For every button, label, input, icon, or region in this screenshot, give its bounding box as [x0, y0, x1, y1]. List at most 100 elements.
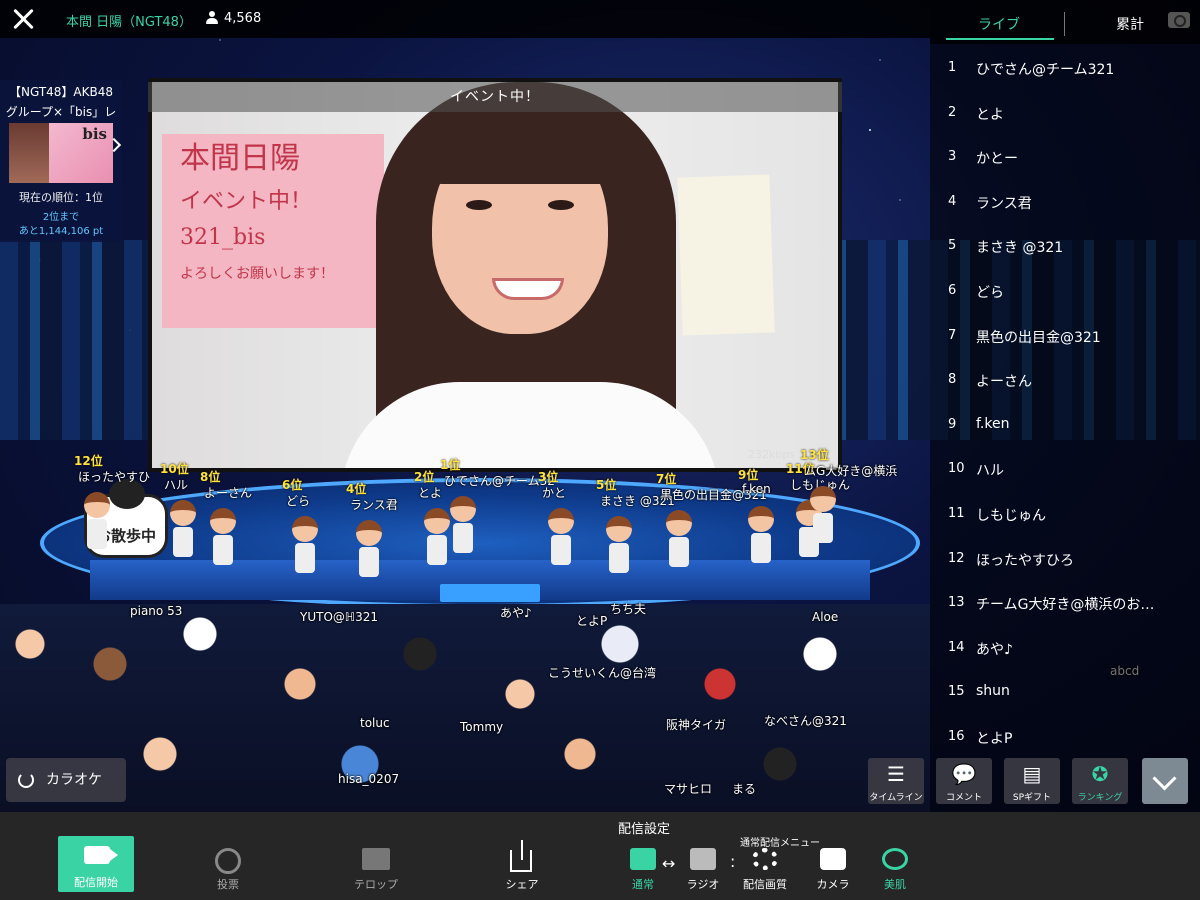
mode-normal-label: 通常: [632, 878, 654, 891]
mode-normal-button[interactable]: 通常: [618, 848, 668, 892]
ranking-row[interactable]: 7 黒色の出目金@321: [930, 314, 1200, 359]
ranking-row[interactable]: 16 とよP: [930, 715, 1200, 760]
timeline-icon: ☰: [887, 762, 905, 786]
beauty-button[interactable]: 美肌: [870, 848, 920, 892]
fan-rank-tag: 1位: [440, 458, 461, 472]
ranking-user-name: どら: [976, 284, 1004, 301]
share-button[interactable]: シェア: [500, 812, 544, 900]
fan-avatar[interactable]: [602, 516, 636, 588]
fan-rank-tag: 3位: [538, 470, 559, 484]
sp-gift-button[interactable]: ▤ SPギフト: [1004, 758, 1060, 804]
streamer-name[interactable]: 本間 日陽（NGT48）: [66, 11, 192, 30]
telop-button[interactable]: テロップ: [350, 812, 402, 900]
ranking-position: 10: [948, 461, 965, 477]
crowd-member-name: YUTO@ℍ321: [300, 610, 378, 624]
event-card[interactable]: 【NGT48】AKB48 グループ×「bis」レ bis 現在の順位：1位 2位…: [0, 80, 122, 242]
tab-total[interactable]: 累計: [1116, 14, 1144, 34]
fan-avatar[interactable]: [206, 508, 240, 580]
comment-icon: 💬: [951, 762, 977, 786]
event-status-bar: イベント中！: [148, 82, 842, 112]
fan-avatar[interactable]: [744, 506, 778, 578]
close-icon[interactable]: [10, 6, 36, 32]
ranking-button[interactable]: ✪ ランキング: [1072, 758, 1128, 804]
timeline-button[interactable]: ☰ タイムライン: [868, 758, 924, 804]
crowd-member-name: こうせいくん@台湾: [548, 666, 657, 680]
fan-name: ランス君: [350, 498, 398, 512]
camera-switch-icon: [820, 848, 846, 870]
telop-icon: [362, 848, 390, 870]
camera-icon[interactable]: [1168, 12, 1190, 28]
gear-icon: [752, 848, 778, 870]
ranking-row[interactable]: 6 どら: [930, 269, 1200, 314]
sign-line: 321_bis: [180, 225, 266, 250]
ranking-row[interactable]: 5 まさき @321: [930, 224, 1200, 269]
fan-avatar[interactable]: [446, 496, 480, 568]
fan-avatar[interactable]: [80, 492, 114, 564]
karaoke-button[interactable]: カラオケ: [6, 758, 126, 802]
ranking-row[interactable]: 14 あや♪: [930, 626, 1200, 671]
crowd-member-name: マサヒロ: [664, 782, 713, 796]
ranking-label: ランキング: [1077, 793, 1123, 803]
crowd-member-name: hisa_0207: [338, 772, 400, 786]
smile-icon: [882, 848, 908, 870]
telop-label: テロップ: [354, 878, 398, 891]
ranking-row[interactable]: 4 ランス君: [930, 180, 1200, 225]
ranking-position: 16: [948, 728, 965, 744]
tab-live[interactable]: ライブ: [978, 14, 1020, 34]
vote-label: 投票: [217, 878, 239, 891]
mode-radio-button[interactable]: ラジオ: [678, 848, 728, 892]
vote-button[interactable]: 投票: [206, 812, 250, 900]
ranking-row[interactable]: 15 shun: [930, 670, 1200, 715]
start-broadcast-button[interactable]: 配信開始: [58, 836, 134, 892]
fan-name: ほったやすひ: [78, 470, 151, 484]
ranking-user-name: まさき @321: [976, 240, 1064, 257]
comment-button[interactable]: 💬 コメント: [936, 758, 992, 804]
fan-avatar[interactable]: [352, 520, 386, 592]
ranking-user-name: かとー: [976, 151, 1018, 168]
avatar-body: [813, 513, 833, 543]
video-camera-icon: [630, 848, 656, 870]
ranking-row[interactable]: 2 とよ: [930, 91, 1200, 136]
fan-avatar[interactable]: [544, 508, 578, 580]
sign-line: 本間日陽: [180, 141, 300, 176]
ranking-position: 11: [948, 505, 965, 521]
ranking-position: 3: [948, 149, 957, 165]
camera-switch-button[interactable]: カメラ: [808, 848, 858, 892]
avatar-head: [666, 510, 692, 536]
ranking-row[interactable]: 1 ひでさん@チーム321: [930, 46, 1200, 91]
sign-line: よろしくお願いします！: [180, 266, 334, 282]
ranking-position: 1: [948, 60, 957, 75]
quality-button[interactable]: 配信画質: [740, 848, 790, 892]
fan-name: ハル: [164, 478, 189, 492]
ranking-position: 14: [948, 639, 965, 655]
ranking-row[interactable]: 13 チームG大好き@横浜のお…: [930, 581, 1200, 626]
fan-avatar[interactable]: [806, 486, 840, 558]
eye: [548, 200, 574, 210]
ranking-position: 12: [948, 550, 965, 566]
ranking-user-name: ランス君: [976, 195, 1032, 212]
ranking-user-name: あや♪: [976, 641, 1013, 658]
ranking-row[interactable]: 10 ハル: [930, 447, 1200, 492]
beauty-label: 美肌: [884, 878, 906, 891]
avatar-body: [359, 547, 379, 577]
ranking-row[interactable]: 12 ほったやすひろ: [930, 537, 1200, 582]
pink-sign: 本間日陽 イベント中！ 321_bis よろしくお願いします！: [162, 134, 384, 328]
fan-name: ムG大好き@横浜: [804, 464, 898, 478]
ranking-row[interactable]: 3 かとー: [930, 135, 1200, 180]
crowd-member-name: Aloe: [812, 610, 839, 624]
avatar-head: [84, 492, 110, 518]
broadcast-settings-title: 配信設定: [618, 822, 671, 837]
stage-steps: [440, 584, 540, 602]
ranking-row[interactable]: 11 しもじゅん: [930, 492, 1200, 537]
fan-name: かと: [542, 486, 567, 500]
chevron-down-icon[interactable]: [1142, 758, 1188, 804]
ranking-position: 4: [948, 193, 957, 209]
ranking-tabs: ライブ 累計: [930, 0, 1200, 44]
start-broadcast-label: 配信開始: [74, 876, 118, 889]
video-camera-icon: [84, 846, 118, 864]
ranking-row[interactable]: 9 f.ken: [930, 403, 1200, 448]
fan-avatar[interactable]: [166, 500, 200, 572]
fan-avatar[interactable]: [288, 516, 322, 588]
fan-avatar[interactable]: [662, 510, 696, 582]
ranking-row[interactable]: 8 よーさん: [930, 358, 1200, 403]
